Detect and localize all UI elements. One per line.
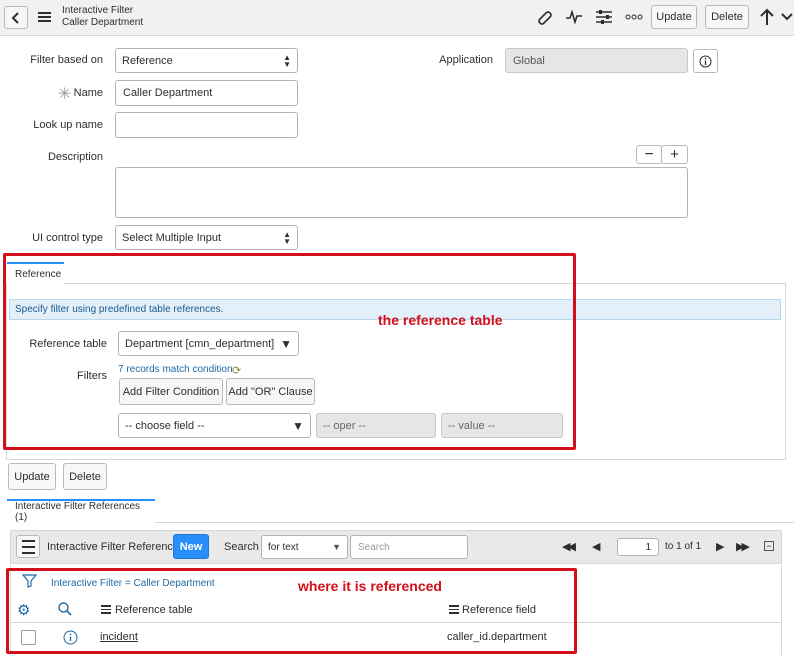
- updown-caret-icon: ▲ ▼: [283, 229, 291, 246]
- chevron-down-icon[interactable]: [780, 6, 794, 28]
- search-label: Search: [224, 541, 259, 553]
- shrink-description-button[interactable]: −: [636, 145, 662, 164]
- filter-based-on-value: Reference: [122, 54, 173, 67]
- dropdown-triangle-icon: ▼: [332, 542, 341, 552]
- update-button[interactable]: Update: [8, 463, 56, 490]
- lookup-name-label: Look up name: [33, 119, 103, 131]
- delete-button[interactable]: Delete: [63, 463, 107, 490]
- filter-based-on-label: Filter based on: [30, 54, 103, 66]
- name-label: Name: [73, 87, 103, 99]
- collapse-list-icon[interactable]: −: [764, 541, 774, 551]
- search-placeholder: Search: [358, 541, 390, 553]
- ui-control-type-value: Select Multiple Input: [122, 231, 222, 244]
- description-textarea[interactable]: [115, 167, 688, 218]
- paperclip-icon[interactable]: [536, 8, 554, 26]
- lookup-name-input[interactable]: [115, 112, 298, 138]
- reference-highlight-box: [3, 253, 576, 450]
- next-page-icon[interactable]: ▶: [716, 540, 724, 553]
- name-value: Caller Department: [123, 87, 213, 99]
- application-field: Global: [505, 48, 688, 73]
- updown-caret-icon: ▲ ▼: [283, 52, 291, 69]
- chevron-left-icon: [11, 11, 19, 24]
- expand-description-button[interactable]: +: [661, 145, 688, 164]
- tab-interactive-filter-references[interactable]: Interactive Filter References (1): [7, 499, 155, 523]
- previous-page-icon[interactable]: ◀: [592, 540, 600, 553]
- description-label: Description: [47, 151, 103, 163]
- ui-control-type-select[interactable]: Select Multiple Input ▲ ▼: [115, 225, 298, 250]
- first-page-icon[interactable]: ◀◀: [562, 540, 576, 553]
- record-type-title: Interactive Filter: [62, 5, 134, 16]
- search-field-select[interactable]: for text ▼: [261, 535, 348, 559]
- references-highlight-box: [6, 568, 577, 654]
- page-number-value: 1: [645, 541, 651, 553]
- last-page-icon[interactable]: ▶▶: [736, 540, 750, 553]
- header-update-button[interactable]: Update: [651, 5, 697, 29]
- list-menu-icon: [21, 539, 35, 542]
- application-label: Application: [439, 54, 493, 66]
- application-value: Global: [513, 54, 545, 67]
- new-button[interactable]: New: [173, 534, 209, 559]
- page-info-text: to 1 of 1: [665, 541, 702, 552]
- search-input[interactable]: Search: [350, 535, 468, 559]
- name-input[interactable]: Caller Department: [115, 80, 298, 106]
- list-menu-button[interactable]: [16, 535, 40, 558]
- record-name-title: Caller Department: [62, 17, 144, 28]
- back-button[interactable]: [4, 6, 28, 29]
- arrow-up-icon[interactable]: [757, 6, 777, 28]
- info-button[interactable]: [693, 49, 718, 73]
- reference-annotation: the reference table: [378, 312, 503, 328]
- header-delete-button[interactable]: Delete: [705, 5, 749, 29]
- activity-icon[interactable]: [564, 8, 584, 26]
- page-number-input[interactable]: 1: [617, 538, 659, 556]
- ui-control-type-label: UI control type: [32, 232, 103, 244]
- related-list-title: Interactive Filter References: [47, 541, 185, 553]
- more-options-icon[interactable]: [624, 8, 644, 26]
- form-header: Interactive Filter Caller Department Upd…: [0, 0, 794, 36]
- references-annotation: where it is referenced: [298, 578, 442, 594]
- search-field-value: for text: [268, 541, 299, 553]
- info-icon: [699, 55, 712, 67]
- settings-sliders-icon[interactable]: [594, 8, 614, 26]
- menu-icon[interactable]: [38, 10, 54, 26]
- tab-related-list-label: Interactive Filter References (1): [15, 501, 141, 523]
- filter-based-on-select[interactable]: Reference ▲ ▼: [115, 48, 298, 73]
